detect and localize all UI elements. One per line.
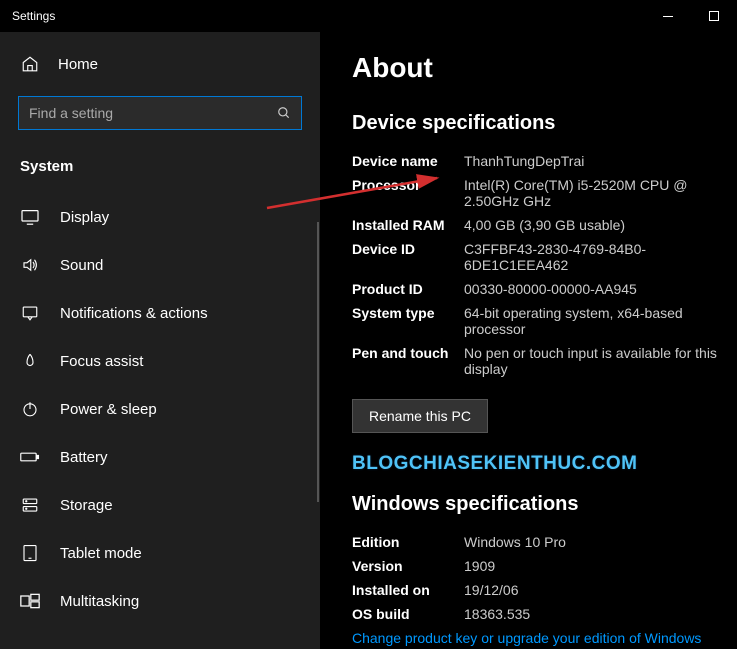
sidebar-item-battery[interactable]: Battery	[0, 433, 320, 481]
window-title: Settings	[12, 9, 55, 23]
sidebar-item-label: Focus assist	[60, 353, 143, 370]
sidebar-item-tablet-mode[interactable]: Tablet mode	[0, 529, 320, 577]
spec-label: Product ID	[352, 281, 464, 297]
spec-value: 19/12/06	[464, 582, 737, 598]
rename-pc-button[interactable]: Rename this PC	[352, 399, 488, 433]
spec-label: Device name	[352, 153, 464, 169]
spec-value: 4,00 GB (3,90 GB usable)	[464, 217, 737, 233]
spec-label: Edition	[352, 534, 464, 550]
spec-value: No pen or touch input is available for t…	[464, 345, 737, 377]
sidebar-item-multitasking[interactable]: Multitasking	[0, 577, 320, 625]
section-label-system: System	[0, 148, 320, 185]
section-windows-specs: Windows specifications	[352, 493, 737, 516]
change-product-key-link[interactable]: Change product key or upgrade your editi…	[352, 630, 737, 646]
spec-os-build: OS build 18363.535	[352, 606, 737, 622]
spec-label: System type	[352, 305, 464, 337]
spec-device-id: Device ID C3FFBF43-2830-4769-84B0-6DE1C1…	[352, 241, 737, 273]
spec-label: Pen and touch	[352, 345, 464, 377]
spec-value: 1909	[464, 558, 737, 574]
power-icon	[20, 399, 40, 419]
spec-product-id: Product ID 00330-80000-00000-AA945	[352, 281, 737, 297]
spec-pen-touch: Pen and touch No pen or touch input is a…	[352, 345, 737, 377]
spec-label: Processor	[352, 177, 464, 209]
battery-icon	[20, 447, 40, 467]
spec-label: Version	[352, 558, 464, 574]
sidebar-item-label: Multitasking	[60, 593, 139, 610]
storage-icon	[20, 495, 40, 515]
spec-value: 00330-80000-00000-AA945	[464, 281, 737, 297]
search-box[interactable]	[18, 96, 302, 130]
sidebar-item-display[interactable]: Display	[0, 193, 320, 241]
sidebar-item-label: Power & sleep	[60, 401, 157, 418]
window-controls	[645, 0, 737, 32]
spec-edition: Edition Windows 10 Pro	[352, 534, 737, 550]
section-device-specs: Device specifications	[352, 112, 737, 135]
sidebar-item-focus-assist[interactable]: Focus assist	[0, 337, 320, 385]
spec-ram: Installed RAM 4,00 GB (3,90 GB usable)	[352, 217, 737, 233]
sidebar: Home System Display Sound Notifica	[0, 32, 320, 649]
sidebar-item-notifications[interactable]: Notifications & actions	[0, 289, 320, 337]
spec-value: 18363.535	[464, 606, 737, 622]
sidebar-item-sound[interactable]: Sound	[0, 241, 320, 289]
minimize-button[interactable]	[645, 0, 691, 32]
maximize-button[interactable]	[691, 0, 737, 32]
search-input[interactable]	[29, 105, 277, 121]
search-icon	[277, 106, 291, 120]
spec-value: Windows 10 Pro	[464, 534, 737, 550]
spec-version: Version 1909	[352, 558, 737, 574]
sound-icon	[20, 255, 40, 275]
sidebar-item-power-sleep[interactable]: Power & sleep	[0, 385, 320, 433]
spec-value: ThanhTungDepTrai	[464, 153, 737, 169]
spec-label: Installed on	[352, 582, 464, 598]
spec-value: C3FFBF43-2830-4769-84B0-6DE1C1EEA462	[464, 241, 737, 273]
sidebar-item-label: Tablet mode	[60, 545, 142, 562]
spec-value: Intel(R) Core(TM) i5-2520M CPU @ 2.50GHz…	[464, 177, 737, 209]
titlebar: Settings	[0, 0, 737, 32]
spec-label: Device ID	[352, 241, 464, 273]
content-area: About Device specifications Device name …	[320, 32, 737, 649]
home-nav[interactable]: Home	[0, 44, 320, 84]
spec-device-name: Device name ThanhTungDepTrai	[352, 153, 737, 169]
spec-label: OS build	[352, 606, 464, 622]
scrollbar[interactable]	[317, 222, 319, 502]
spec-label: Installed RAM	[352, 217, 464, 233]
display-icon	[20, 207, 40, 227]
sidebar-item-label: Storage	[60, 497, 113, 514]
focus-assist-icon	[20, 351, 40, 371]
sidebar-item-label: Display	[60, 209, 109, 226]
sidebar-item-storage[interactable]: Storage	[0, 481, 320, 529]
spec-value: 64-bit operating system, x64-based proce…	[464, 305, 737, 337]
sidebar-item-label: Battery	[60, 449, 108, 466]
spec-installed-on: Installed on 19/12/06	[352, 582, 737, 598]
multitasking-icon	[20, 591, 40, 611]
spec-system-type: System type 64-bit operating system, x64…	[352, 305, 737, 337]
tablet-icon	[20, 543, 40, 563]
sidebar-item-label: Notifications & actions	[60, 305, 208, 322]
notifications-icon	[20, 303, 40, 323]
home-label: Home	[58, 56, 98, 73]
sidebar-item-label: Sound	[60, 257, 103, 274]
spec-processor: Processor Intel(R) Core(TM) i5-2520M CPU…	[352, 177, 737, 209]
page-title: About	[352, 52, 737, 84]
home-icon	[20, 54, 40, 74]
watermark-text: BLOGCHIASEKIENTHUC.COM	[352, 453, 737, 475]
